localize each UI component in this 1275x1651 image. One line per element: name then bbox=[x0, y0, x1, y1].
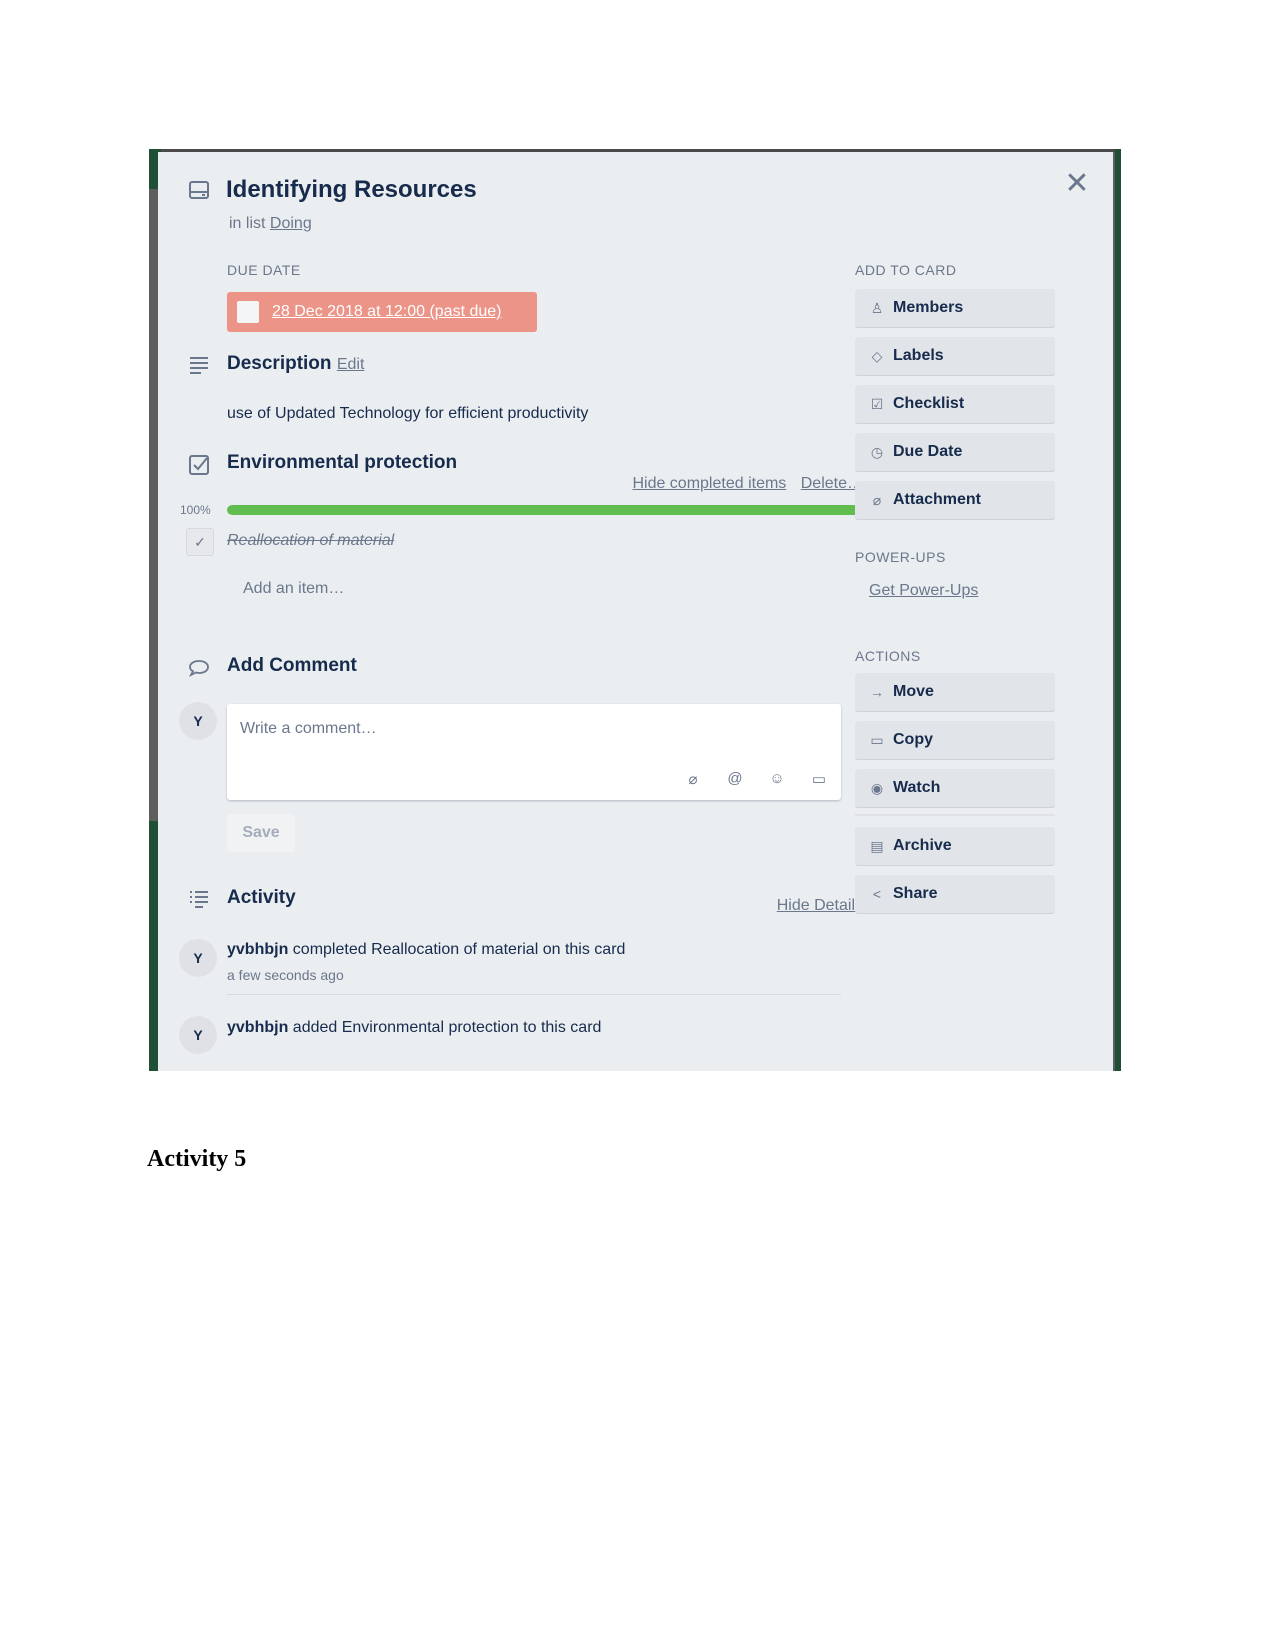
avatar[interactable]: Y bbox=[179, 702, 217, 740]
clock-icon: ◷ bbox=[870, 443, 884, 460]
emoji-icon[interactable]: ☺ bbox=[767, 770, 787, 788]
button-label: Move bbox=[893, 683, 934, 700]
button-label: Copy bbox=[893, 731, 933, 748]
mention-icon[interactable]: @ bbox=[725, 770, 745, 788]
list-breadcrumb: in list Doing bbox=[229, 215, 312, 233]
add-checklist-item-button[interactable]: Add an item… bbox=[243, 580, 344, 598]
trello-card-screenshot: ✕ Identifying Resources in list Doing Du… bbox=[149, 149, 1121, 1071]
checklist-icon: ☑ bbox=[870, 395, 884, 412]
actions-divider bbox=[855, 814, 1055, 816]
card-icon bbox=[189, 181, 209, 199]
share-button[interactable]: < Share bbox=[855, 875, 1055, 913]
arrow-right-icon: → bbox=[870, 684, 884, 700]
checklist-icon bbox=[189, 455, 209, 475]
checklist-button[interactable]: ☑ Checklist bbox=[855, 385, 1055, 423]
checklist-progress-percent: 100% bbox=[180, 503, 211, 517]
description-text[interactable]: use of Updated Technology for efficient … bbox=[227, 405, 588, 423]
save-comment-button[interactable]: Save bbox=[227, 814, 295, 852]
copy-icon: ▭ bbox=[870, 731, 884, 748]
description-title: Description bbox=[227, 353, 332, 374]
activity-divider bbox=[227, 994, 841, 995]
button-label: Attachment bbox=[893, 491, 982, 508]
share-icon: < bbox=[872, 886, 882, 902]
button-label: Labels bbox=[893, 347, 944, 364]
due-date-value[interactable]: 28 Dec 2018 at 12:00 (past due) bbox=[272, 303, 502, 321]
button-label: Checklist bbox=[893, 395, 965, 412]
due-complete-checkbox[interactable] bbox=[237, 301, 259, 323]
button-label: Archive bbox=[893, 837, 952, 854]
activity-entry: yvbhbjn added Environmental protection t… bbox=[227, 1019, 601, 1037]
paperclip-icon: ⌀ bbox=[872, 491, 882, 508]
close-button[interactable]: ✕ bbox=[1063, 169, 1091, 199]
list-link[interactable]: Doing bbox=[270, 215, 312, 232]
checklist-title[interactable]: Environmental protection bbox=[227, 452, 457, 474]
checklist-progress-bar bbox=[227, 505, 867, 515]
due-date-label: Due Date bbox=[227, 262, 301, 278]
members-button[interactable]: ♙ Members bbox=[855, 289, 1055, 327]
power-ups-label: Power-Ups bbox=[855, 549, 946, 565]
hide-details-link[interactable]: Hide Details bbox=[777, 897, 863, 915]
checklist-actions: Hide completed items Delete… bbox=[622, 475, 863, 493]
checklist-item-checkbox[interactable]: ✓ bbox=[186, 528, 214, 556]
actions-label: Actions bbox=[855, 648, 921, 664]
avatar[interactable]: Y bbox=[179, 1016, 217, 1054]
description-icon bbox=[190, 357, 208, 374]
person-icon: ♙ bbox=[870, 299, 884, 316]
activity-time[interactable]: a few seconds ago bbox=[227, 967, 344, 983]
card-detail-modal: ✕ Identifying Resources in list Doing Du… bbox=[158, 152, 1113, 1071]
avatar[interactable]: Y bbox=[179, 939, 217, 977]
comment-input[interactable]: Write a comment… ⌀ @ ☺ ▭ bbox=[227, 704, 841, 800]
attachment-button[interactable]: ⌀ Attachment bbox=[855, 481, 1055, 519]
button-label: Share bbox=[893, 885, 938, 902]
activity-title: Activity bbox=[227, 887, 296, 908]
comment-icon bbox=[188, 660, 209, 678]
description-heading: Description Edit bbox=[227, 353, 364, 375]
attachment-icon[interactable]: ⌀ bbox=[683, 770, 703, 788]
move-button[interactable]: → Move bbox=[855, 673, 1055, 711]
card-icon[interactable]: ▭ bbox=[809, 770, 829, 788]
button-label: Due Date bbox=[893, 443, 963, 460]
activity-user[interactable]: yvbhbjn bbox=[227, 1019, 288, 1036]
document-heading: Activity 5 bbox=[147, 1146, 247, 1172]
button-label: Members bbox=[893, 299, 964, 316]
due-date-button[interactable]: ◷ Due Date bbox=[855, 433, 1055, 471]
activity-icon bbox=[190, 891, 208, 908]
checklist-progress-fill bbox=[227, 505, 867, 515]
watch-button[interactable]: ◉ Watch bbox=[855, 769, 1055, 807]
in-list-prefix: in list bbox=[229, 215, 266, 232]
due-date-badge[interactable]: 28 Dec 2018 at 12:00 (past due) bbox=[227, 292, 537, 332]
activity-action: completed Reallocation of material on th… bbox=[292, 941, 626, 958]
card-title[interactable]: Identifying Resources bbox=[226, 176, 477, 204]
description-edit-link[interactable]: Edit bbox=[337, 356, 365, 373]
add-to-card-label: Add to Card bbox=[855, 262, 957, 278]
archive-button[interactable]: ▤ Archive bbox=[855, 827, 1055, 865]
comment-placeholder: Write a comment… bbox=[240, 720, 377, 737]
activity-action: added Environmental protection to this c… bbox=[292, 1019, 602, 1036]
delete-checklist-link[interactable]: Delete… bbox=[801, 475, 863, 492]
board-background-right bbox=[1115, 149, 1121, 1071]
copy-button[interactable]: ▭ Copy bbox=[855, 721, 1055, 759]
hide-completed-items-link[interactable]: Hide completed items bbox=[632, 475, 786, 492]
activity-entry: yvbhbjn completed Reallocation of materi… bbox=[227, 941, 625, 959]
eye-icon: ◉ bbox=[870, 779, 884, 796]
tag-icon: ◇ bbox=[871, 347, 883, 364]
activity-user[interactable]: yvbhbjn bbox=[227, 941, 288, 958]
add-comment-title: Add Comment bbox=[227, 655, 357, 676]
archive-icon: ▤ bbox=[870, 837, 884, 854]
comment-toolbar: ⌀ @ ☺ ▭ bbox=[683, 770, 829, 788]
get-power-ups-link[interactable]: Get Power-Ups bbox=[869, 582, 978, 600]
labels-button[interactable]: ◇ Labels bbox=[855, 337, 1055, 375]
checklist-item[interactable]: Reallocation of material bbox=[227, 532, 394, 550]
button-label: Watch bbox=[893, 779, 941, 796]
